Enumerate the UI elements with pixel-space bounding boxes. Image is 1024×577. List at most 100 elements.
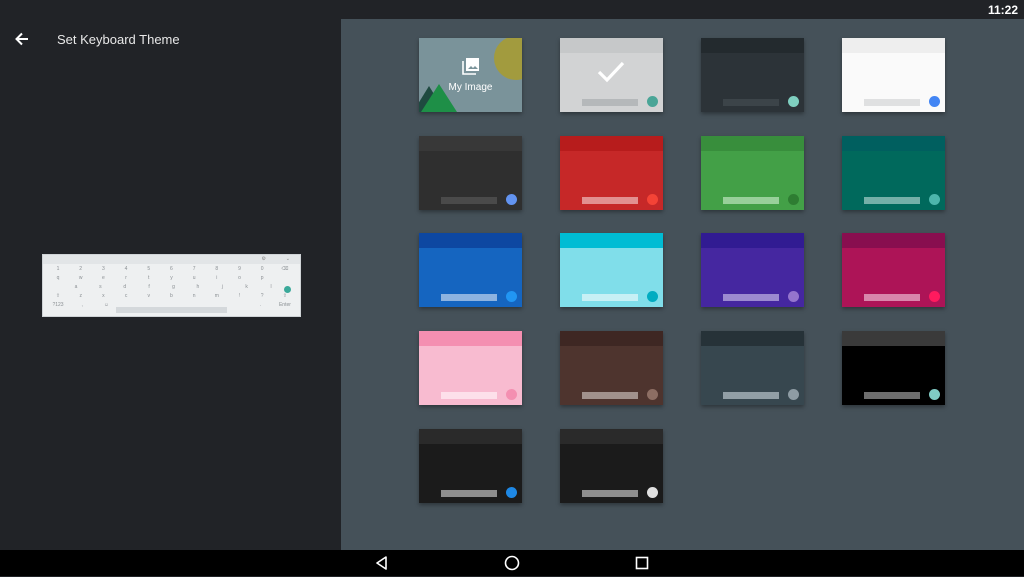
nav-recents-button[interactable]	[633, 554, 651, 572]
nav-home-button[interactable]	[503, 554, 521, 572]
theme-accent-dot	[647, 487, 658, 498]
theme-tile-brown[interactable]	[560, 331, 663, 405]
keyboard-key: p	[260, 274, 264, 281]
keyboard-key: z	[79, 292, 82, 299]
theme-tile-light-cyan[interactable]	[560, 233, 663, 307]
keyboard-toolbar: ⚙ ⌄	[43, 255, 300, 264]
theme-accent-dot	[506, 487, 517, 498]
keyboard-key: q	[56, 274, 60, 281]
theme-suggestion-bar	[842, 38, 945, 53]
keyboard-key: ⌫	[281, 265, 289, 272]
theme-tile-blue[interactable]	[419, 233, 522, 307]
theme-accent-dot	[506, 291, 517, 302]
theme-accent-dot	[929, 96, 940, 107]
theme-spacebar	[864, 197, 920, 204]
theme-suggestion-bar	[560, 136, 663, 151]
page-title: Set Keyboard Theme	[57, 32, 180, 47]
theme-suggestion-bar	[842, 233, 945, 248]
keyboard-key: r	[125, 274, 127, 281]
nav-back-button[interactable]	[373, 554, 391, 572]
settings-icon: ⚙	[261, 256, 266, 262]
theme-accent-dot	[788, 291, 799, 302]
keyboard-key: e	[101, 274, 105, 281]
recents-square-icon	[635, 556, 649, 570]
theme-suggestion-bar	[560, 233, 663, 248]
photo-library-icon	[462, 58, 479, 75]
theme-accent-dot	[647, 194, 658, 205]
theme-tile-pink-magenta[interactable]	[842, 233, 945, 307]
home-circle-icon	[504, 555, 520, 571]
theme-tile-dark-slate[interactable]	[701, 38, 804, 112]
keyboard-key: Enter	[278, 301, 291, 308]
theme-suggestion-bar	[419, 331, 522, 346]
keyboard-key: ⇧	[55, 292, 61, 299]
theme-spacebar	[582, 392, 638, 399]
theme-suggestion-bar	[419, 136, 522, 151]
theme-suggestion-bar	[560, 38, 663, 53]
keyboard-key: d	[123, 283, 127, 290]
theme-spacebar	[441, 392, 497, 399]
theme-tile-dark-white-accent[interactable]	[560, 429, 663, 503]
keyboard-key: ,	[81, 301, 83, 308]
status-bar: 11:22	[0, 0, 1024, 19]
theme-tile-light-gray[interactable]	[560, 38, 663, 112]
back-button[interactable]	[12, 29, 32, 49]
keyboard-key: 9	[238, 265, 241, 272]
keyboard-key: w	[78, 274, 83, 281]
navigation-bar	[0, 550, 1024, 576]
keyboard-key: a	[74, 283, 78, 290]
theme-suggestion-bar	[701, 38, 804, 53]
keyboard-enter-key	[284, 286, 291, 293]
theme-accent-dot	[647, 96, 658, 107]
keyboard-row: ⇧ z x c v b n m!? ⇧	[43, 291, 300, 300]
theme-tile-green[interactable]	[701, 136, 804, 210]
keyboard-key: ⇧	[282, 292, 287, 299]
theme-tile-black[interactable]	[842, 331, 945, 405]
keyboard-key: t	[148, 274, 150, 281]
keyboard-key: i	[216, 274, 218, 281]
keyboard-spacebar	[116, 307, 227, 313]
keyboard-key: 0	[260, 265, 264, 272]
keyboard-preview: ⚙ ⌄ 1 2 3 4 5 6 7 8 9 0 ⌫ q w e r t y u i o p a s d f g h j k l ⇧ z x c v b…	[42, 254, 301, 317]
keyboard-key: j	[221, 283, 223, 290]
theme-accent-dot	[647, 389, 658, 400]
keyboard-key: m	[214, 292, 219, 299]
keyboard-key: ?	[260, 292, 264, 299]
theme-spacebar	[582, 490, 638, 497]
theme-tile-blue-gray[interactable]	[701, 331, 804, 405]
keyboard-key: x	[102, 292, 105, 299]
theme-tile-dark-blue-accent[interactable]	[419, 429, 522, 503]
keyboard-key: h	[196, 283, 200, 290]
theme-spacebar	[723, 197, 779, 204]
theme-suggestion-bar	[560, 429, 663, 444]
theme-spacebar	[441, 197, 497, 204]
keyboard-key: 6	[170, 265, 173, 272]
theme-spacebar	[441, 294, 497, 301]
theme-spacebar	[582, 99, 638, 106]
theme-suggestion-bar	[560, 331, 663, 346]
theme-tile-dark-gray[interactable]	[419, 136, 522, 210]
theme-suggestion-bar	[842, 136, 945, 151]
theme-tile-purple[interactable]	[701, 233, 804, 307]
theme-spacebar	[723, 294, 779, 301]
theme-tile-my-image[interactable]: My Image	[419, 38, 522, 112]
theme-tile-white[interactable]	[842, 38, 945, 112]
theme-tile-red[interactable]	[560, 136, 663, 210]
theme-spacebar	[582, 294, 638, 301]
keyboard-key: s	[99, 283, 102, 290]
keyboard-row: 1 2 3 4 5 6 7 8 9 0 ⌫	[43, 264, 300, 273]
theme-spacebar	[723, 99, 779, 106]
theme-spacebar	[864, 392, 920, 399]
keyboard-key: 7	[192, 265, 196, 272]
keyboard-key: g	[172, 283, 175, 290]
keyboard-key: n	[192, 292, 196, 299]
theme-spacebar	[723, 392, 779, 399]
theme-spacebar	[582, 197, 638, 204]
theme-suggestion-bar	[842, 331, 945, 346]
theme-tile-teal[interactable]	[842, 136, 945, 210]
arrow-left-icon	[15, 32, 28, 46]
theme-tile-light-pink[interactable]	[419, 331, 522, 405]
keyboard-key: l	[270, 283, 272, 290]
theme-suggestion-bar	[701, 136, 804, 151]
left-pane: Set Keyboard Theme ⚙ ⌄ 1 2 3 4 5 6 7 8 9 0 ⌫ q w e r t y…	[0, 19, 341, 550]
